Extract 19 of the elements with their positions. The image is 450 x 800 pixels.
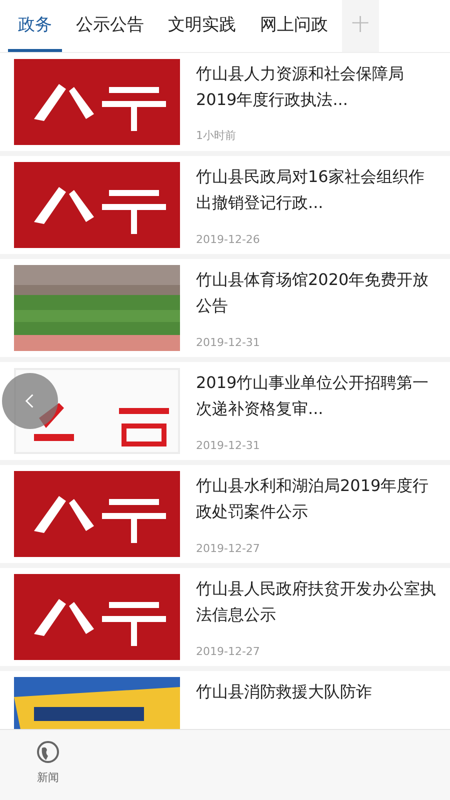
news-title[interactable]: 竹山县水利和湖泊局2019年度行政处罚案件公示 [196, 473, 436, 525]
news-title[interactable]: 竹山县人民政府扶贫开发办公室执法信息公示 [196, 576, 436, 628]
news-title[interactable]: 竹山县消防救援大队防诈 [196, 679, 372, 705]
tab[interactable]: 政务 [8, 0, 62, 52]
news-title[interactable]: 2019竹山事业单位公开招聘第一次递补资格复审... [196, 370, 436, 422]
nav-item[interactable]: 新闻 [30, 730, 66, 800]
tab[interactable]: 网上问政 [250, 0, 338, 52]
news-time: 2019-12-31 [196, 336, 261, 349]
news-time: 1小时前 [196, 128, 237, 143]
news-time: 2019-12-31 [196, 439, 261, 452]
globe-icon [36, 740, 60, 764]
news-time: 2019-12-26 [196, 233, 261, 246]
news-title[interactable]: 竹山县体育场馆2020年免费开放公告 [196, 267, 436, 319]
tab[interactable]: 文明实践 [158, 0, 246, 52]
tab[interactable]: 公示公告 [66, 0, 154, 52]
news-time: 2019-12-27 [196, 645, 261, 658]
news-title[interactable]: 竹山县民政局对16家社会组织作出撤销登记行政... [196, 164, 436, 216]
news-title[interactable]: 竹山县人力资源和社会保障局2019年度行政执法... [196, 61, 436, 113]
news-time: 2019-12-27 [196, 542, 261, 555]
